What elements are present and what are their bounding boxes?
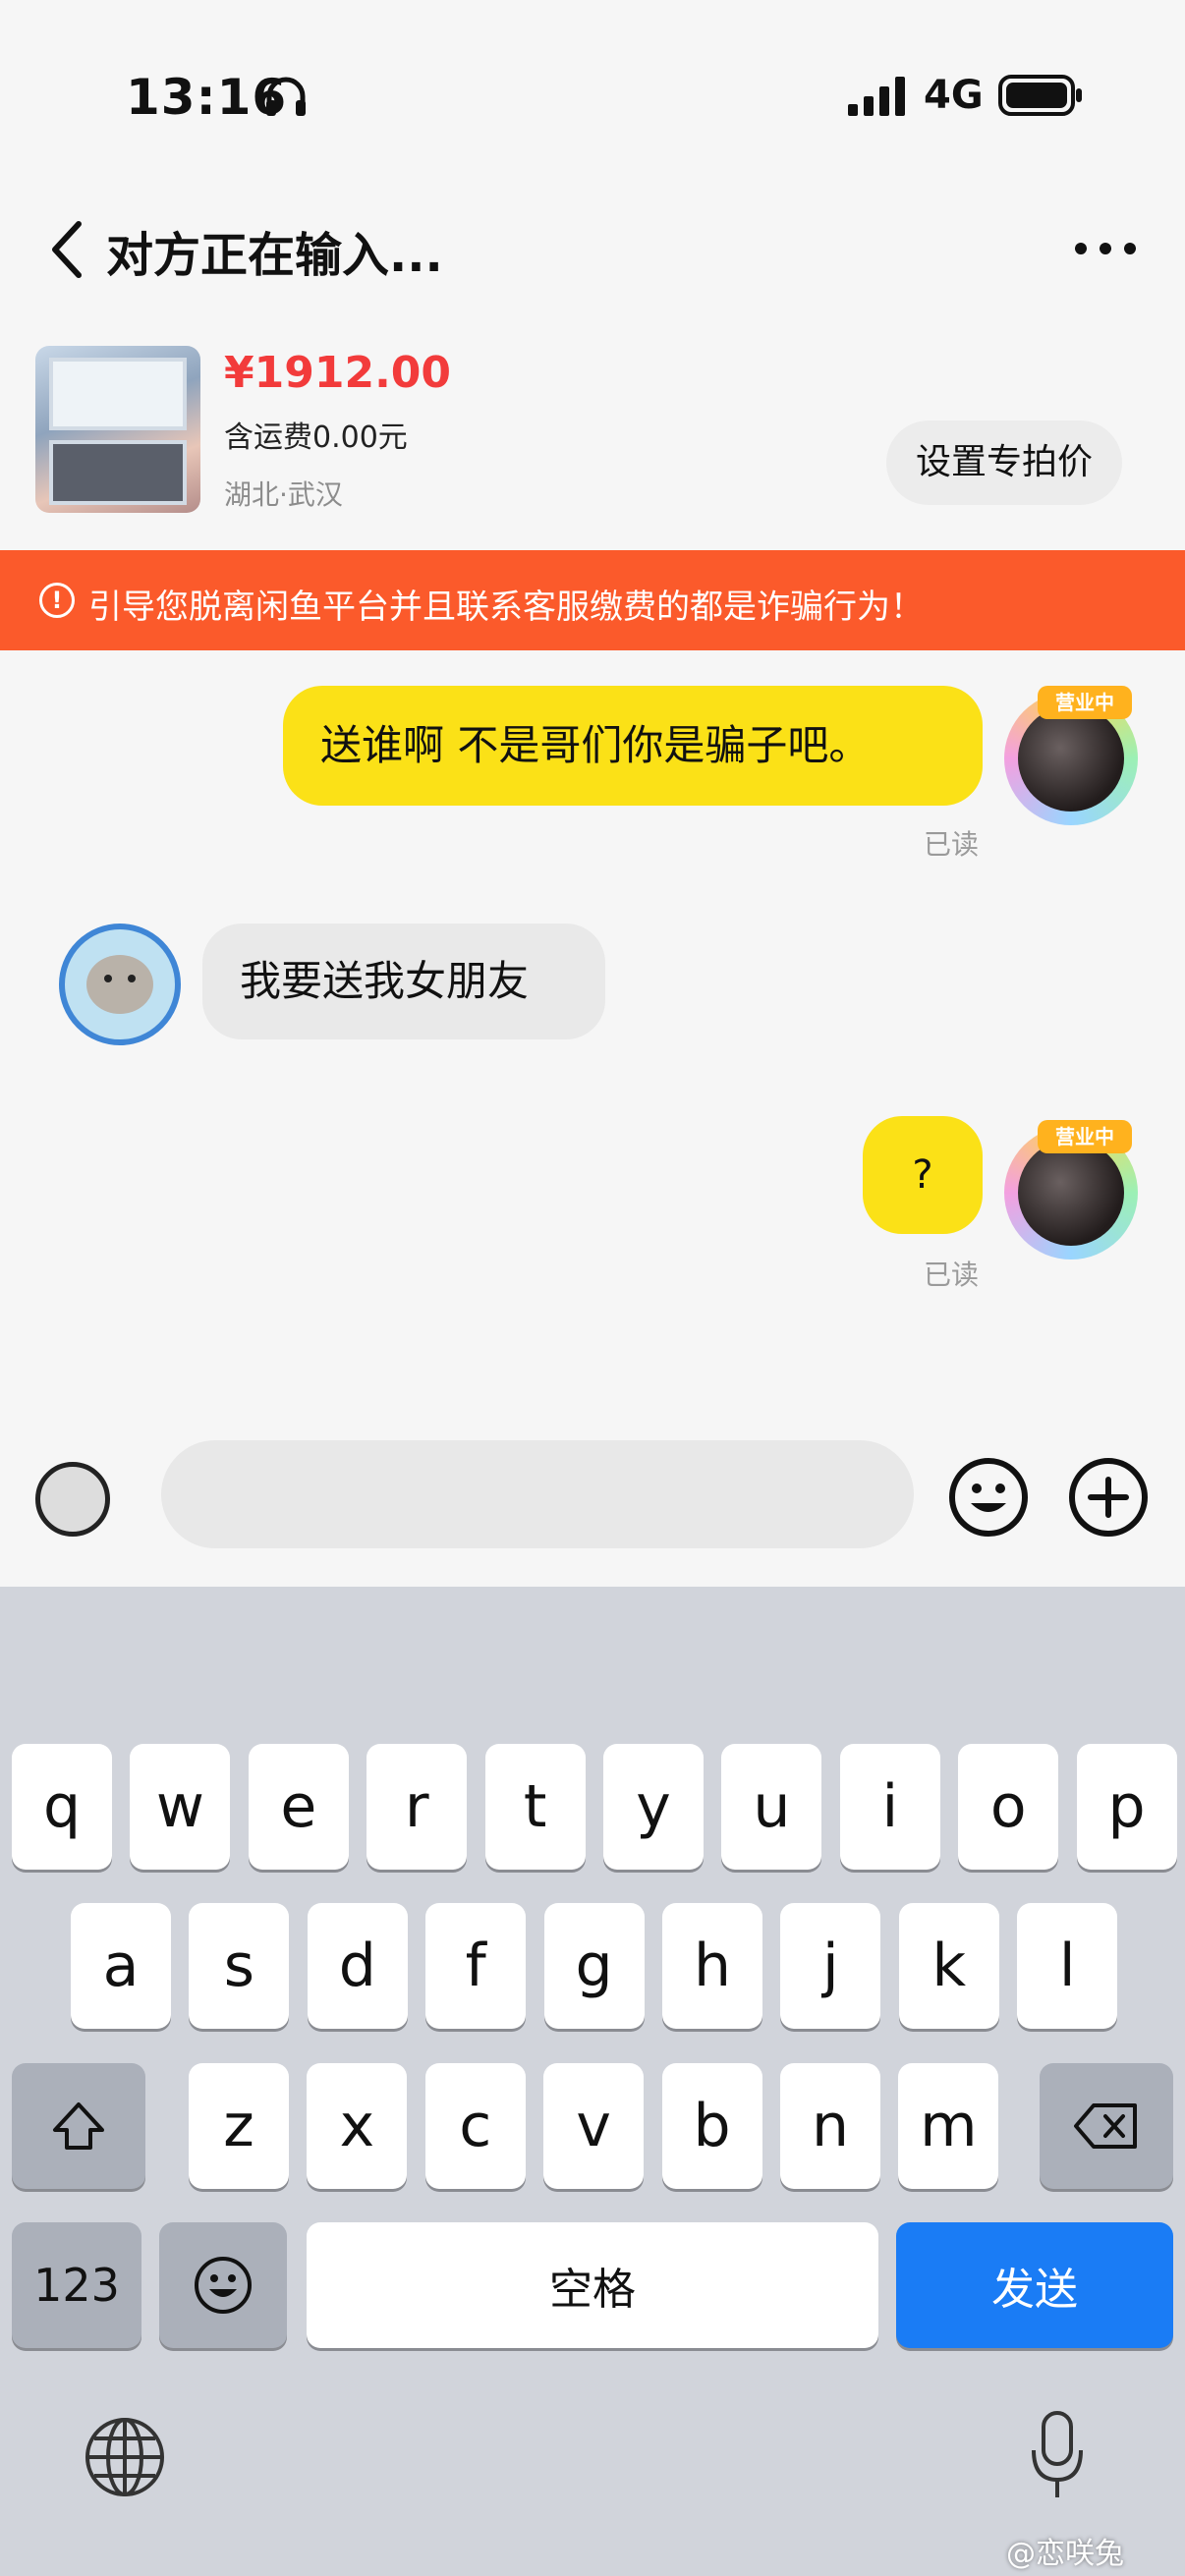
key-w[interactable]: w: [130, 1744, 231, 1870]
thumbnail-frame-bottom: [49, 440, 187, 505]
key-p[interactable]: p: [1076, 1744, 1177, 1870]
battery-icon: [998, 75, 1082, 116]
read-receipt: 已读: [924, 828, 980, 861]
product-thumbnail[interactable]: [35, 346, 200, 513]
key-y[interactable]: y: [603, 1744, 704, 1870]
message-input[interactable]: [161, 1440, 914, 1548]
status-bar: 13:16 4G: [0, 0, 1185, 187]
set-special-price-button[interactable]: 设置专拍价: [886, 420, 1122, 505]
send-key[interactable]: 发送: [896, 2222, 1173, 2348]
avatar[interactable]: 营业中: [1004, 1120, 1138, 1260]
microphone-icon[interactable]: [1026, 2409, 1089, 2503]
warning-text: 引导您脱离闲鱼平台并且联系客服缴费的都是诈骗行为！: [88, 588, 924, 627]
key-z[interactable]: z: [189, 2063, 289, 2189]
key-r[interactable]: r: [367, 1744, 468, 1870]
plus-icon[interactable]: [1067, 1456, 1150, 1539]
avatar[interactable]: 营业中: [1004, 686, 1138, 825]
voice-input-button[interactable]: [35, 1462, 110, 1537]
message-bubble-incoming[interactable]: 我要送我女朋友: [202, 924, 605, 1039]
space-key[interactable]: 空格: [307, 2222, 878, 2348]
chat-screen: 13:16 4G 对方正在输入... ¥1912.00 含运费0.00元 湖北·…: [0, 0, 1185, 1587]
key-s[interactable]: s: [189, 1903, 290, 2029]
avatar-photo: [1018, 1140, 1124, 1246]
message-bubble-outgoing[interactable]: ?: [863, 1116, 983, 1234]
avatar-face: [86, 955, 153, 1014]
back-icon[interactable]: [47, 218, 86, 281]
key-u[interactable]: u: [721, 1744, 822, 1870]
key-i[interactable]: i: [839, 1744, 940, 1870]
backspace-icon: [1074, 2103, 1137, 2149]
key-j[interactable]: j: [780, 1903, 881, 2029]
key-v[interactable]: v: [543, 2063, 645, 2189]
avatar[interactable]: [59, 924, 181, 1045]
avatar-eye: [128, 975, 136, 982]
headphone-icon: [266, 77, 306, 116]
shift-icon: [53, 2102, 104, 2150]
key-k[interactable]: k: [898, 1903, 999, 2029]
key-d[interactable]: d: [307, 1903, 408, 2029]
avatar-eye: [104, 975, 112, 982]
product-shipping: 含运费0.00元: [224, 420, 408, 455]
key-x[interactable]: x: [307, 2063, 408, 2189]
warning-icon: [39, 583, 75, 618]
key-c[interactable]: c: [424, 2063, 526, 2189]
key-t[interactable]: t: [484, 1744, 586, 1870]
key-h[interactable]: h: [662, 1903, 762, 2029]
emoji-icon: [195, 2257, 252, 2314]
status-badge: 营业中: [1038, 1120, 1132, 1153]
key-b[interactable]: b: [661, 2063, 762, 2189]
more-icon[interactable]: [1071, 234, 1140, 263]
delete-key[interactable]: [1040, 2063, 1173, 2189]
key-a[interactable]: a: [71, 1903, 171, 2029]
key-e[interactable]: e: [248, 1744, 349, 1870]
avatar-photo: [1018, 705, 1124, 812]
shift-key[interactable]: [12, 2063, 145, 2189]
key-g[interactable]: g: [543, 1903, 645, 2029]
thumbnail-frame-top: [49, 358, 187, 430]
chat-title: 对方正在输入...: [106, 228, 443, 283]
product-location: 湖北·武汉: [224, 478, 343, 511]
emoji-key[interactable]: [159, 2222, 287, 2348]
status-badge: 营业中: [1038, 686, 1132, 719]
key-o[interactable]: o: [958, 1744, 1059, 1870]
emoji-icon[interactable]: [947, 1456, 1030, 1539]
key-m[interactable]: m: [898, 2063, 999, 2189]
keyboard: qwertyuiop asdfghjkl zxcvbnm 123 空格 发送: [0, 1587, 1185, 2576]
key-q[interactable]: q: [12, 1744, 112, 1870]
key-n[interactable]: n: [780, 2063, 880, 2189]
numbers-key[interactable]: 123: [12, 2222, 141, 2348]
globe-icon[interactable]: [83, 2415, 167, 2499]
read-receipt: 已读: [924, 1259, 980, 1291]
watermark: @恋咲兔: [1006, 2537, 1124, 2571]
product-price: ¥1912.00: [224, 348, 452, 398]
network-type: 4G: [924, 73, 984, 118]
fraud-warning-banner: 引导您脱离闲鱼平台并且联系客服缴费的都是诈骗行为！: [0, 550, 1185, 650]
key-l[interactable]: l: [1017, 1903, 1118, 2029]
signal-icon: [848, 77, 905, 116]
key-f[interactable]: f: [425, 1903, 527, 2029]
message-bubble-outgoing[interactable]: 送谁啊 不是哥们你是骗子吧。: [283, 686, 983, 806]
